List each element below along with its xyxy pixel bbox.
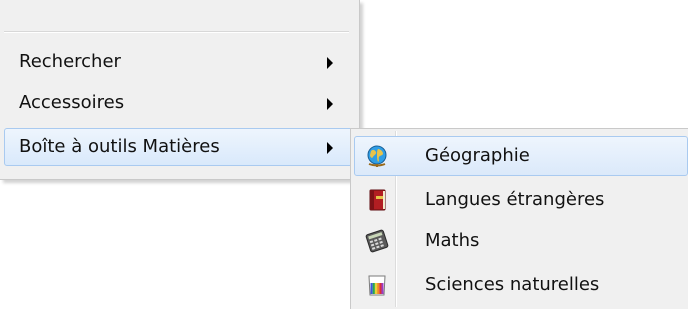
menu-item-accessoires[interactable]: Accessoires <box>4 84 354 122</box>
screen: Rechercher Accessoires Boîte à outils Ma… <box>0 0 688 313</box>
globe-icon <box>365 144 389 168</box>
submenu-item-label: Maths <box>425 230 480 251</box>
menu-item-boite-a-outils[interactable]: Boîte à outils Matières <box>4 128 354 166</box>
submenu-item-label: Géographie <box>425 145 530 166</box>
submenu-item-maths[interactable]: Maths <box>354 221 688 261</box>
submenu-arrow-icon <box>327 98 333 110</box>
submenu-arrow-icon <box>327 57 333 69</box>
submenu-item-label: Langues étrangères <box>425 189 605 210</box>
book-icon <box>365 188 389 212</box>
menu-item-label: Accessoires <box>19 92 125 113</box>
submenu-item-label: Sciences naturelles <box>425 274 600 295</box>
beaker-icon <box>365 273 389 297</box>
submenu-item-langues-etrangeres[interactable]: Langues étrangères <box>354 180 688 220</box>
start-menu-panel: Rechercher Accessoires Boîte à outils Ma… <box>0 0 360 180</box>
menu-item-rechercher[interactable]: Rechercher <box>4 43 354 81</box>
menu-item-label: Rechercher <box>19 51 121 72</box>
menu-item-label: Boîte à outils Matières <box>19 136 220 157</box>
submenu-item-geographie[interactable]: Géographie <box>354 136 688 176</box>
menu-separator <box>4 31 349 33</box>
calculator-icon <box>365 229 389 253</box>
submenu-item-sciences-naturelles[interactable]: Sciences naturelles <box>354 265 688 305</box>
submenu-panel: Géographie Langues étrangères Maths Scie… <box>350 128 688 309</box>
submenu-arrow-icon <box>327 142 333 154</box>
